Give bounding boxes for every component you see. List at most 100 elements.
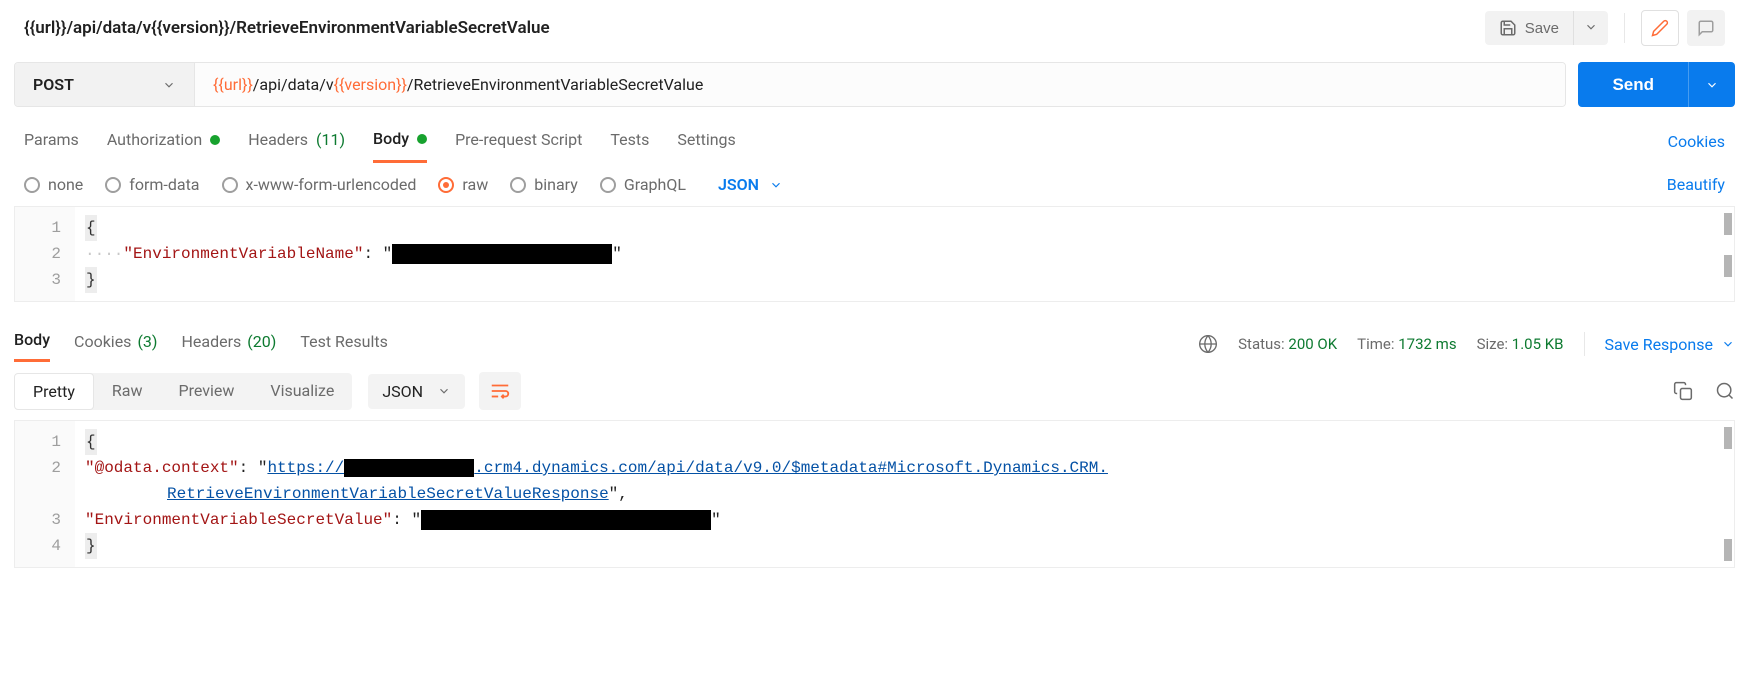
tab-headers[interactable]: Headers (11) — [248, 122, 345, 161]
wrap-lines-button[interactable] — [479, 372, 521, 410]
line-gutter: 1 2 3 — [15, 207, 75, 301]
time-value: 1732 ms — [1398, 335, 1456, 353]
redacted-value — [344, 459, 474, 477]
comment-icon — [1697, 19, 1715, 37]
method-select[interactable]: POST — [15, 63, 195, 106]
size-value: 1.05 KB — [1512, 335, 1564, 353]
body-type-graphql[interactable]: GraphQL — [600, 175, 686, 194]
send-button[interactable]: Send — [1578, 62, 1688, 107]
cookies-link[interactable]: Cookies — [1668, 132, 1725, 151]
body-type-formdata[interactable]: form-data — [105, 175, 199, 194]
chevron-down-icon — [769, 178, 783, 192]
response-tab-cookies[interactable]: Cookies (3) — [74, 328, 157, 361]
chevron-down-icon — [1584, 20, 1598, 34]
status-label: Status: — [1238, 335, 1285, 353]
url-mid: .crm4.dynamics.com/api/data/v9.0/$metada… — [474, 459, 1108, 477]
edit-button[interactable] — [1641, 10, 1679, 46]
scroll-thumb[interactable] — [1724, 213, 1732, 235]
method-value: POST — [33, 75, 74, 94]
size-label: Size: — [1477, 335, 1508, 353]
response-body-editor[interactable]: 1 2 3 4 { "@odata.context": "https://.cr… — [14, 420, 1735, 568]
line-gutter: 1 2 3 4 — [15, 421, 75, 567]
line-number: 2 — [15, 241, 61, 267]
quote-close: " — [612, 241, 622, 267]
response-tab-tests[interactable]: Test Results — [300, 328, 388, 361]
line-number: 3 — [15, 267, 61, 293]
save-response-button[interactable]: Save Response — [1605, 335, 1735, 354]
network-icon[interactable] — [1198, 334, 1218, 354]
radio-icon — [600, 177, 616, 193]
radio-label: form-data — [129, 175, 199, 194]
response-link-cont[interactable]: RetrieveEnvironmentVariableSecretValueRe… — [167, 481, 609, 507]
body-type-urlencoded[interactable]: x-www-form-urlencoded — [222, 175, 417, 194]
json-comma: , — [618, 481, 628, 507]
request-url-group: POST {{url}}/api/data/v{{version}}/Retri… — [14, 62, 1566, 107]
radio-label: binary — [534, 175, 578, 194]
scroll-thumb[interactable] — [1724, 255, 1732, 277]
view-raw[interactable]: Raw — [94, 373, 161, 410]
radio-icon — [510, 177, 526, 193]
body-type-binary[interactable]: binary — [510, 175, 578, 194]
save-response-label: Save Response — [1605, 335, 1713, 354]
status-field: Status: 200 OK — [1238, 335, 1337, 353]
scroll-thumb[interactable] — [1724, 427, 1732, 449]
code-area[interactable]: { "@odata.context": "https://.crm4.dynam… — [75, 421, 1734, 567]
tab-params[interactable]: Params — [24, 122, 79, 161]
redacted-value — [392, 244, 612, 264]
radio-label: none — [48, 175, 83, 194]
tab-body[interactable]: Body — [373, 121, 427, 163]
radio-icon — [438, 177, 454, 193]
quote-open: " — [383, 241, 393, 267]
time-label: Time: — [1357, 335, 1394, 353]
line-number: 1 — [15, 429, 61, 455]
response-language-select[interactable]: JSON — [368, 374, 465, 409]
tab-headers-label: Headers — [248, 130, 308, 149]
chevron-down-icon — [162, 78, 176, 92]
brace-open: { — [85, 215, 97, 241]
beautify-link[interactable]: Beautify — [1667, 175, 1725, 194]
response-tab-headers[interactable]: Headers (20) — [181, 328, 276, 361]
tab-auth-label: Authorization — [107, 130, 202, 149]
tab-tests[interactable]: Tests — [610, 122, 649, 161]
scroll-thumb[interactable] — [1724, 539, 1732, 561]
copy-icon[interactable] — [1673, 381, 1693, 401]
comment-button[interactable] — [1687, 10, 1725, 46]
wrap-icon — [489, 380, 511, 402]
body-language-select[interactable]: JSON — [718, 175, 783, 194]
redacted-value — [421, 510, 711, 530]
radio-icon — [24, 177, 40, 193]
send-dropdown-button[interactable] — [1688, 62, 1735, 107]
request-body-editor[interactable]: 1 2 3 { ····"EnvironmentVariableName": "… — [14, 206, 1735, 302]
rtab-label: Headers — [181, 332, 241, 351]
tab-prerequest[interactable]: Pre-request Script — [455, 122, 582, 161]
json-key: "EnvironmentVariableSecretValue" — [85, 507, 392, 533]
response-tab-body[interactable]: Body — [14, 326, 50, 362]
body-type-raw[interactable]: raw — [438, 175, 488, 194]
view-preview[interactable]: Preview — [160, 373, 252, 410]
quote-close: " — [609, 481, 619, 507]
size-field: Size: 1.05 KB — [1477, 335, 1564, 353]
url-seg1: /api/data/v — [253, 75, 334, 94]
url-input[interactable]: {{url}}/api/data/v{{version}}/RetrieveEn… — [195, 63, 1565, 106]
response-view-tabs: Pretty Raw Preview Visualize — [14, 373, 352, 410]
save-dropdown-button[interactable] — [1573, 11, 1608, 45]
response-link[interactable]: https://.crm4.dynamics.com/api/data/v9.0… — [267, 455, 1108, 481]
save-button[interactable]: Save — [1485, 11, 1573, 45]
line-number: 1 — [15, 215, 61, 241]
view-visualize[interactable]: Visualize — [252, 373, 352, 410]
json-colon: : — [239, 455, 258, 481]
json-key: "@odata.context" — [85, 455, 239, 481]
tab-headers-count: (11) — [316, 130, 345, 149]
status-dot-icon — [210, 135, 220, 145]
body-type-none[interactable]: none — [24, 175, 83, 194]
tab-authorization[interactable]: Authorization — [107, 122, 220, 161]
radio-label: raw — [462, 175, 488, 194]
quote-open: " — [258, 455, 268, 481]
chevron-down-icon — [437, 384, 451, 398]
code-area[interactable]: { ····"EnvironmentVariableName": "" } — [75, 207, 1734, 301]
view-pretty[interactable]: Pretty — [14, 373, 94, 410]
search-icon[interactable] — [1715, 381, 1735, 401]
tab-settings[interactable]: Settings — [677, 122, 735, 161]
save-button-group: Save — [1485, 11, 1608, 45]
line-number: 2 — [15, 455, 61, 481]
